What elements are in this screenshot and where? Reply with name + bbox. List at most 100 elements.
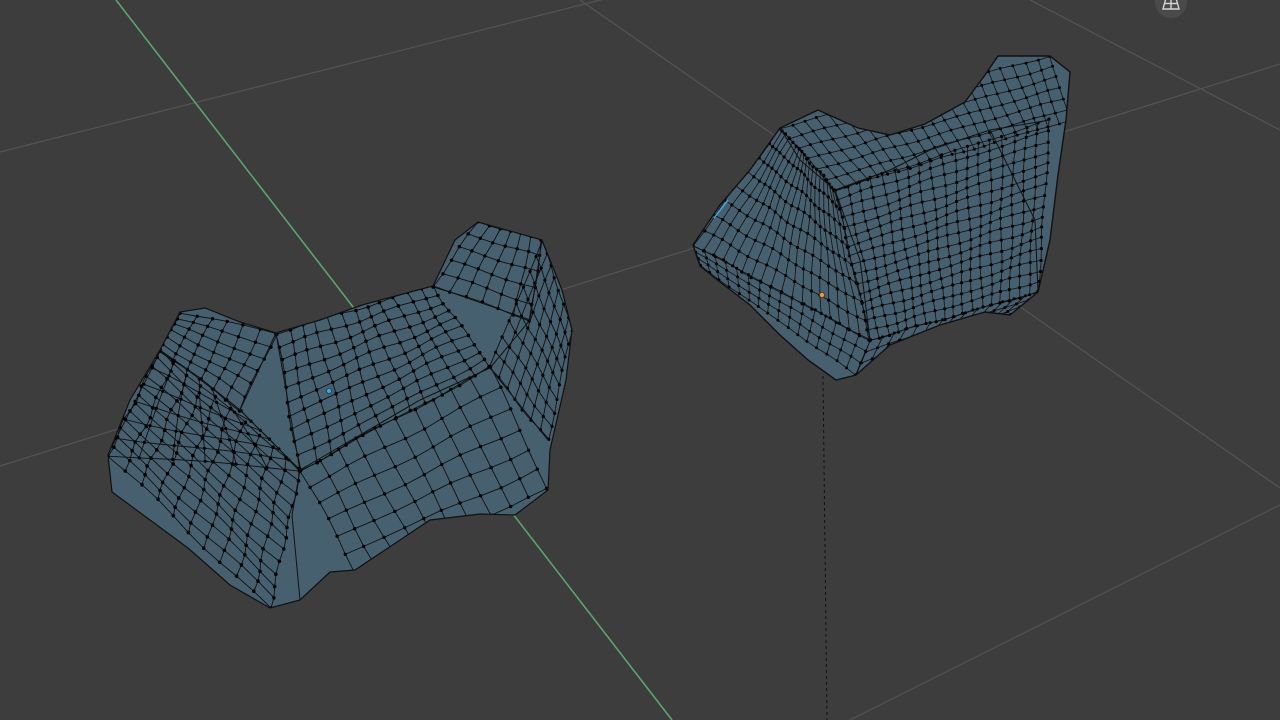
mesh-vertex [509, 504, 513, 509]
mesh-vertex [1012, 150, 1017, 154]
mesh-vertex [544, 334, 549, 338]
mesh-vertex [899, 356, 902, 360]
mesh-vertex [768, 226, 772, 230]
mesh-vertex [893, 311, 898, 316]
mesh-vertex [845, 366, 848, 370]
mesh-vertex [416, 310, 421, 315]
mesh-vertex [1025, 125, 1029, 130]
selected-origin-marker[interactable] [325, 387, 332, 394]
mesh-vertex [499, 292, 504, 296]
mesh-vertex [832, 217, 837, 221]
mesh-vertex [982, 144, 986, 148]
mesh-vertex [875, 276, 879, 281]
mesh-vertex [968, 228, 973, 232]
mesh-vertex [1016, 75, 1019, 79]
mesh-vertex [478, 444, 483, 449]
mesh-vertex [402, 314, 407, 318]
mesh-vertex [174, 429, 178, 433]
mesh-vertex [747, 282, 751, 286]
mesh-vertex [763, 182, 767, 186]
mesh-vertex [978, 203, 983, 207]
mesh-vertex [871, 151, 875, 155]
mesh-vertex [928, 166, 933, 170]
mesh-vertex [171, 462, 175, 466]
mesh-vertex [847, 276, 852, 280]
mesh-vertex [852, 145, 856, 149]
mesh-object-left[interactable] [105, 220, 574, 610]
mesh-vertex [838, 321, 842, 326]
mesh-vertex [960, 281, 964, 285]
mesh-vertex [1028, 249, 1032, 253]
mesh-vertex [757, 296, 761, 300]
mesh-vertex [965, 155, 970, 159]
mesh-vertex [737, 208, 742, 213]
mesh-vertex [277, 559, 282, 564]
mesh-vertex [922, 211, 926, 215]
mesh-vertex [852, 107, 856, 111]
mesh-vertex [1024, 61, 1028, 65]
mesh-vertex [148, 415, 153, 420]
mesh-vertex [1014, 302, 1018, 306]
mesh-vertex [413, 499, 417, 504]
mesh-vertex [372, 518, 376, 523]
mesh-vertex [1010, 236, 1015, 240]
mesh-vertex [819, 311, 823, 315]
viewport-canvas[interactable] [0, 0, 1280, 720]
mesh-vertex [882, 110, 886, 114]
mesh-vertex [724, 260, 728, 264]
mesh-vertex [928, 321, 932, 325]
mesh-vertex [955, 219, 960, 224]
mesh-vertex [271, 510, 275, 515]
active-origin-marker[interactable] [819, 291, 826, 298]
mesh-vertex [784, 179, 788, 184]
mesh-vertex [978, 265, 982, 269]
mesh-vertex [926, 239, 930, 243]
mesh-vertex [895, 106, 899, 110]
mesh-vertex [294, 366, 299, 370]
mesh-vertex [881, 353, 885, 357]
mesh-vertex [949, 105, 953, 109]
mesh-object-right[interactable] [691, 55, 1072, 381]
mesh-vertex [128, 409, 132, 413]
mesh-vertex [943, 118, 946, 122]
mesh-vertex [918, 180, 922, 184]
mesh-vertex [338, 352, 342, 357]
mesh-vertex [274, 490, 279, 495]
mesh-vertex [930, 289, 934, 293]
mesh-vertex [1005, 113, 1009, 117]
mesh-vertex [745, 214, 749, 218]
mesh-vertex [225, 319, 229, 324]
mesh-vertex [314, 388, 319, 392]
mesh-vertex [991, 80, 995, 84]
mesh-vertex [849, 158, 853, 162]
mesh-vertex [398, 340, 402, 345]
mesh-vertex [834, 269, 838, 273]
mesh-vertex [795, 186, 799, 190]
mesh-vertex [913, 234, 917, 238]
mesh-vertex [808, 329, 812, 333]
mesh-vertex [413, 408, 418, 412]
3d-viewport[interactable] [0, 0, 1280, 720]
mesh-vertex [195, 395, 199, 399]
mesh-vertex [892, 331, 896, 335]
mesh-vertex [926, 112, 929, 116]
mesh-vertex [452, 375, 456, 380]
mesh-vertex [881, 243, 885, 247]
mesh-vertex [988, 158, 992, 162]
mesh-vertex [837, 162, 840, 166]
mesh-vertex [192, 352, 196, 356]
mesh-vertex [827, 298, 831, 302]
mesh-vertex [382, 492, 387, 496]
mesh-vertex [196, 343, 200, 347]
mesh-vertex [142, 440, 146, 444]
mesh-vertex [534, 254, 538, 259]
mesh-vertex [211, 460, 215, 464]
mesh-vertex [790, 204, 794, 208]
mesh-vertex [789, 306, 793, 309]
mesh-vertex [713, 255, 717, 259]
mesh-vertex [434, 383, 439, 387]
mesh-vertex [1000, 260, 1004, 264]
mesh-vertex [202, 446, 206, 450]
mesh-vertex [526, 297, 530, 301]
mesh-vertex [470, 280, 475, 285]
